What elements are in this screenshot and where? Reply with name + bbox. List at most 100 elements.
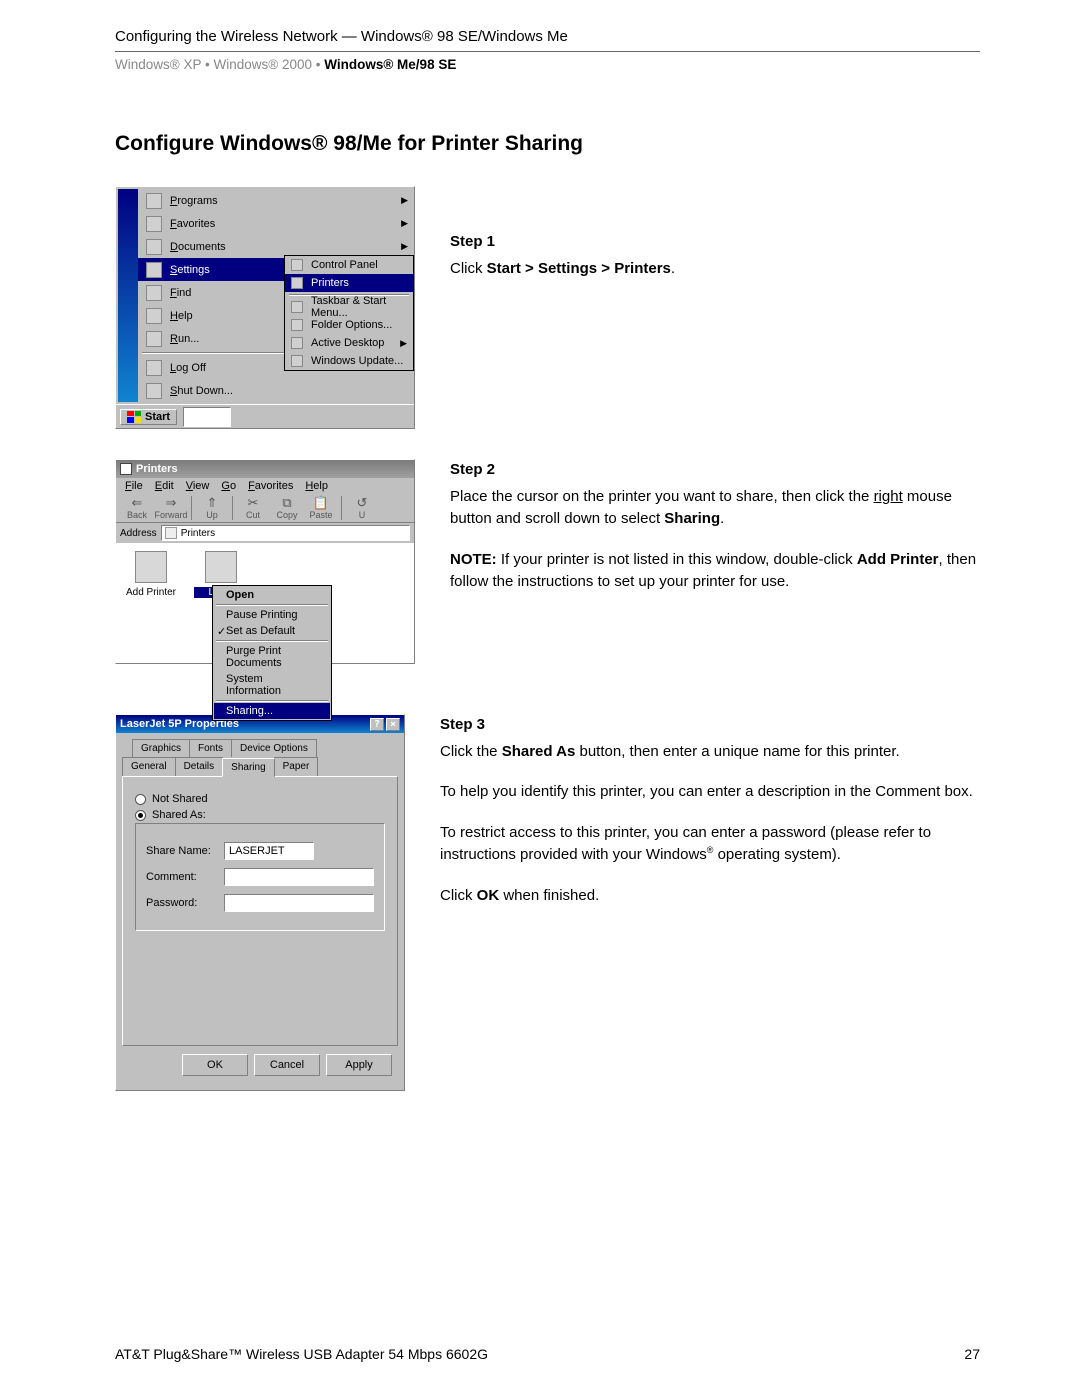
start-menu-item-programs[interactable]: Programs▶ bbox=[138, 189, 414, 212]
breadcrumb-2000[interactable]: Windows® 2000 bbox=[213, 57, 312, 72]
toolbar-u[interactable]: ↺U bbox=[345, 496, 379, 520]
submenu-item-taskbarstartmenu[interactable]: Taskbar & Start Menu... bbox=[285, 298, 413, 316]
forward-icon: ⇒ bbox=[154, 496, 188, 510]
apply-button[interactable]: Apply bbox=[326, 1054, 392, 1076]
step2-note: NOTE: If your printer is not listed in t… bbox=[450, 549, 980, 594]
start-menu-banner bbox=[118, 189, 138, 402]
submenu-item-icon bbox=[291, 355, 303, 367]
tab-deviceoptions[interactable]: Device Options bbox=[231, 739, 317, 757]
submenu-item-activedesktop[interactable]: Active Desktop▶ bbox=[285, 334, 413, 352]
submenu-item-icon bbox=[291, 319, 303, 331]
submenu-item-printers[interactable]: Printers bbox=[285, 274, 413, 292]
context-pauseprinting[interactable]: Pause Printing bbox=[214, 607, 330, 623]
cancel-button[interactable]: Cancel bbox=[254, 1054, 320, 1076]
breadcrumb: Windows® XP • Windows® 2000 • Windows® M… bbox=[115, 52, 980, 72]
printers-title-icon bbox=[120, 463, 132, 475]
paste-icon: 📋 bbox=[304, 496, 338, 510]
address-field[interactable]: Printers bbox=[161, 525, 410, 541]
menu-file[interactable]: File bbox=[120, 480, 148, 492]
toolbar-back[interactable]: ⇐Back bbox=[120, 496, 154, 520]
tab-graphics[interactable]: Graphics bbox=[132, 739, 190, 757]
submenu-item-controlpanel[interactable]: Control Panel bbox=[285, 256, 413, 274]
toolbar-cut[interactable]: ✂Cut bbox=[236, 496, 270, 520]
help-button[interactable]: ? bbox=[370, 718, 384, 731]
menu-favorites[interactable]: Favorites bbox=[243, 480, 298, 492]
printers-menubar[interactable]: FileEditViewGoFavoritesHelp bbox=[116, 478, 414, 494]
context-open[interactable]: Open bbox=[214, 587, 330, 603]
step1-text: Click Start > Settings > Printers. bbox=[450, 258, 980, 281]
start-button-label: Start bbox=[145, 411, 170, 423]
menu-item-icon bbox=[146, 262, 162, 278]
address-label: Address bbox=[120, 528, 157, 539]
properties-dialog-screenshot: LaserJet 5P Properties ? × GraphicsFonts… bbox=[115, 714, 405, 1091]
start-button[interactable]: Start bbox=[120, 409, 177, 425]
toolbar-copy[interactable]: ⧉Copy bbox=[270, 496, 304, 520]
context-sharing[interactable]: Sharing... bbox=[214, 703, 330, 719]
context-setasdefault[interactable]: ✓Set as Default bbox=[214, 623, 330, 639]
context-purgeprintdocuments[interactable]: Purge Print Documents bbox=[214, 643, 330, 671]
tab-fonts[interactable]: Fonts bbox=[189, 739, 232, 757]
context-systeminformation[interactable]: System Information bbox=[214, 671, 330, 699]
tab-sharing[interactable]: Sharing bbox=[222, 758, 274, 777]
start-menu-screenshot: Programs▶Favorites▶Documents▶Settings▶Fi… bbox=[115, 186, 415, 429]
toolbar-paste[interactable]: 📋Paste bbox=[304, 496, 338, 520]
folder-icon bbox=[165, 527, 177, 539]
page-header: Configuring the Wireless Network — Windo… bbox=[115, 28, 980, 52]
tab-details[interactable]: Details bbox=[175, 757, 224, 776]
toolbar-up[interactable]: ⇑Up bbox=[195, 496, 229, 520]
printer-context-menu[interactable]: Open Pause Printing✓Set as Default Purge P… bbox=[212, 585, 332, 721]
address-value: Printers bbox=[181, 528, 215, 539]
u-icon: ↺ bbox=[345, 496, 379, 510]
close-button[interactable]: × bbox=[386, 718, 400, 731]
breadcrumb-me98[interactable]: Windows® Me/98 SE bbox=[324, 57, 456, 72]
printer-icon bbox=[205, 551, 237, 583]
submenu-item-folderoptions[interactable]: Folder Options... bbox=[285, 316, 413, 334]
settings-submenu: Control PanelPrinters Taskbar & Start Men… bbox=[284, 255, 414, 371]
step2-title: Step 2 bbox=[450, 459, 980, 482]
password-label: Password: bbox=[146, 897, 218, 909]
submenu-arrow-icon: ▶ bbox=[400, 338, 407, 349]
toolbar-forward[interactable]: ⇒Forward bbox=[154, 496, 188, 520]
menu-help[interactable]: Help bbox=[300, 480, 333, 492]
tab-paper[interactable]: Paper bbox=[274, 757, 319, 776]
menu-item-icon bbox=[146, 239, 162, 255]
step3-p4: Click OK when finished. bbox=[440, 885, 980, 908]
submenu-item-icon bbox=[291, 259, 303, 271]
add-printer-icon[interactable]: Add Printer bbox=[124, 551, 178, 598]
check-icon: ✓ bbox=[217, 625, 226, 638]
menu-item-icon bbox=[146, 331, 162, 347]
shared-as-radio[interactable]: Shared As: bbox=[135, 809, 385, 821]
footer-page: 27 bbox=[964, 1346, 980, 1362]
printers-addressbar[interactable]: Address Printers bbox=[116, 523, 414, 543]
comment-field[interactable] bbox=[224, 868, 374, 886]
share-name-label: Share Name: bbox=[146, 845, 218, 857]
taskbar: Start bbox=[116, 404, 414, 428]
ok-button[interactable]: OK bbox=[182, 1054, 248, 1076]
menu-item-icon bbox=[146, 383, 162, 399]
menu-edit[interactable]: Edit bbox=[150, 480, 179, 492]
cut-icon: ✂ bbox=[236, 496, 270, 510]
not-shared-radio[interactable]: Not Shared bbox=[135, 793, 385, 805]
password-field[interactable] bbox=[224, 894, 374, 912]
start-menu-item-shutdown[interactable]: Shut Down... bbox=[138, 379, 414, 402]
menu-item-icon bbox=[146, 285, 162, 301]
step2-text: Place the cursor on the printer you want… bbox=[450, 486, 980, 531]
printers-content[interactable]: Add Printer Laser OpenPause Printing✓Set… bbox=[116, 543, 414, 663]
tab-general[interactable]: General bbox=[122, 757, 176, 776]
submenu-item-icon bbox=[291, 301, 303, 313]
submenu-item-windowsupdate[interactable]: Windows Update... bbox=[285, 352, 413, 370]
menu-item-icon bbox=[146, 360, 162, 376]
footer-product: AT&T Plug&Share™ Wireless USB Adapter 54… bbox=[115, 1346, 488, 1362]
menu-item-icon bbox=[146, 216, 162, 232]
menu-view[interactable]: View bbox=[181, 480, 215, 492]
breadcrumb-xp[interactable]: Windows® XP bbox=[115, 57, 201, 72]
start-menu-item-favorites[interactable]: Favorites▶ bbox=[138, 212, 414, 235]
menu-item-icon bbox=[146, 308, 162, 324]
printers-toolbar[interactable]: ⇐Back⇒Forward ⇑Up ✂Cut⧉Copy📋Paste ↺U bbox=[116, 494, 414, 523]
back-icon: ⇐ bbox=[120, 496, 154, 510]
menu-go[interactable]: Go bbox=[216, 480, 241, 492]
share-name-field[interactable]: LASERJET bbox=[224, 842, 314, 860]
step3-title: Step 3 bbox=[440, 714, 980, 737]
printers-window-titlebar: Printers bbox=[116, 460, 414, 478]
copy-icon: ⧉ bbox=[270, 496, 304, 510]
